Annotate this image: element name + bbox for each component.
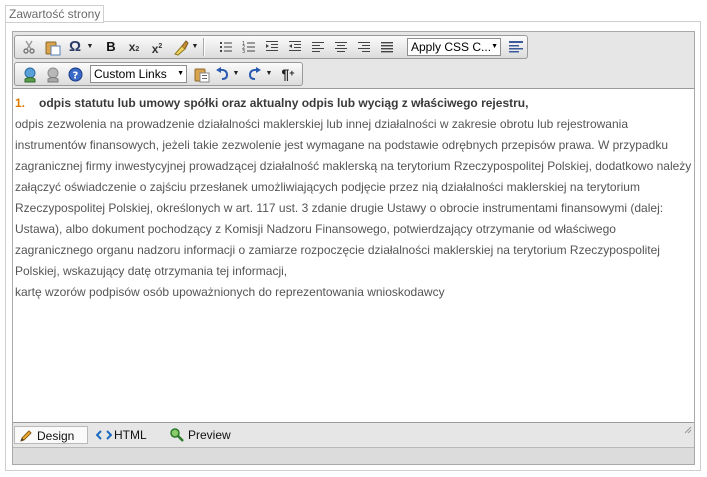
align-center-icon[interactable] [331,37,351,57]
status-bar [13,447,694,464]
toolbar-separator [203,38,205,56]
svg-text:3: 3 [242,49,245,54]
chevron-down-icon: ▼ [491,43,498,50]
paragraph: kartę wzorów podpisów osób upoważnionych… [15,285,445,299]
paragraph-style-icon[interactable] [505,37,525,57]
link-icon[interactable] [19,64,39,84]
numbered-list-icon[interactable]: 123 [239,37,259,57]
code-icon [96,430,112,440]
editor-content-area[interactable]: 1. odpis statutu lub umowy spółki oraz ak… [13,88,694,423]
pencil-icon [20,430,32,442]
chevron-down-icon: ▼ [177,70,184,77]
list-item: 1. odpis statutu lub umowy spółki oraz ak… [15,93,692,114]
paragraph: odpis zezwolenia na prowadzenie działaln… [15,117,692,278]
help-icon[interactable]: ? [65,64,85,84]
mode-bar: Design HTML Preview [13,424,694,446]
formatting-toolbar: Ω ▼ B x2 x2 ▼ 123 Apply CSS C... ▼ [14,35,528,59]
paste-plain-icon[interactable] [191,64,211,84]
preview-mode-tab[interactable]: Preview [166,426,246,444]
bulleted-list-icon[interactable] [216,37,236,57]
unlink-icon[interactable] [42,64,62,84]
magnifier-icon [170,428,184,442]
superscript-icon[interactable]: x2 [147,37,167,57]
bold-icon[interactable]: B [101,37,121,57]
html-label: HTML [114,428,147,442]
section-legend: Zawartość strony [5,5,105,23]
cut-icon[interactable] [19,37,39,57]
format-stripper-dropdown-icon[interactable]: ▼ [191,37,199,57]
redo-icon[interactable] [245,64,265,84]
toolbar-area: Ω ▼ B x2 x2 ▼ 123 Apply CSS C... ▼ ? Cus… [13,32,694,88]
redo-dropdown-icon[interactable]: ▼ [265,64,273,84]
html-mode-tab[interactable]: HTML [92,426,162,444]
design-mode-tab[interactable]: Design [14,426,88,444]
subscript-icon[interactable]: x2 [124,37,144,57]
paragraph-mark-icon[interactable]: ¶+ [278,64,298,84]
align-right-icon[interactable] [354,37,374,57]
undo-dropdown-icon[interactable]: ▼ [232,64,240,84]
undo-icon[interactable] [212,64,232,84]
list-item-text: odpis statutu lub umowy spółki oraz aktu… [39,96,529,110]
apply-css-label: Apply CSS C... [411,40,492,54]
justify-icon[interactable] [377,37,397,57]
format-stripper-icon[interactable] [170,37,190,57]
insert-toolbar: ? Custom Links ▼ ▼ ▼ ¶+ [14,62,303,86]
svg-text:?: ? [73,71,79,82]
custom-links-label: Custom Links [94,67,167,81]
apply-css-select[interactable]: Apply CSS C... ▼ [407,38,501,56]
design-label: Design [37,429,75,443]
resize-grip-icon[interactable] [684,426,692,434]
omega-icon[interactable]: Ω [65,37,85,57]
list-item-number: 1. [15,96,26,110]
rich-text-editor: Ω ▼ B x2 x2 ▼ 123 Apply CSS C... ▼ ? Cus… [12,31,695,465]
indent-icon[interactable] [262,37,282,57]
omega-dropdown-icon[interactable]: ▼ [86,37,94,57]
outdent-icon[interactable] [285,37,305,57]
align-left-icon[interactable] [308,37,328,57]
custom-links-select[interactable]: Custom Links ▼ [90,65,187,83]
paste-icon[interactable] [42,37,62,57]
preview-label: Preview [188,428,231,442]
